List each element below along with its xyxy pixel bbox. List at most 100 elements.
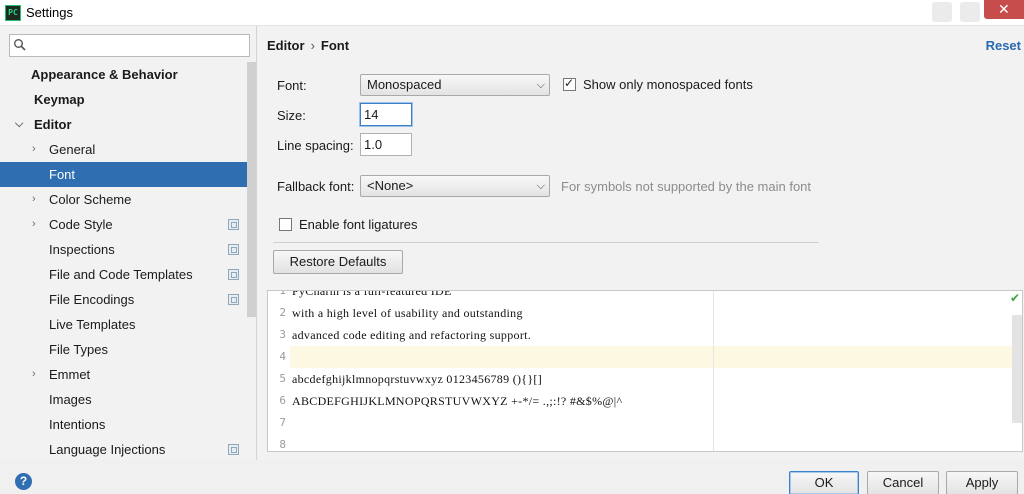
sidebar-item-editor[interactable]: ⌵ Editor [0,112,256,137]
size-label: Size: [277,108,306,123]
preview-line [292,412,992,434]
sidebar-item-label: File and Code Templates [49,267,193,282]
ok-button[interactable]: OK [789,471,859,494]
sidebar-item-label: Editor [34,117,72,132]
fallback-font-combo[interactable]: <None> ⌵ [360,175,550,197]
search-icon [14,39,26,51]
preview-line: ABCDEFGHIJKLMNOPQRSTUVWXYZ +-*/= .,;:!? … [292,394,623,408]
show-monospaced-label: Show only monospaced fonts [583,77,753,92]
chevron-right-icon[interactable]: › [32,362,44,387]
line-number-gutter: 1 2 3 4 5 6 7 8 [268,291,290,451]
sidebar-item-appearance-behavior[interactable]: Appearance & Behavior [0,62,256,87]
sidebar-item-general[interactable]: › General [0,137,256,162]
chevron-right-icon[interactable]: › [32,137,44,162]
project-scope-icon [228,444,239,455]
sidebar-item-font[interactable]: Font [0,162,256,187]
sidebar-item-live-templates[interactable]: Live Templates [0,312,256,337]
chevron-down-icon: ⌵ [536,180,545,192]
help-icon[interactable]: ? [15,473,32,490]
project-scope-icon [228,294,239,305]
restore-defaults-button[interactable]: Restore Defaults [273,250,403,274]
chevron-right-icon[interactable]: › [32,187,44,212]
sidebar-item-code-style[interactable]: › Code Style [0,212,256,237]
sidebar-item-emmet[interactable]: › Emmet [0,362,256,387]
line-number: 5 [279,372,286,385]
sidebar-item-language-injections[interactable]: Language Injections [0,437,256,462]
sidebar-item-label: File Encodings [49,292,135,307]
preview-line: with a high level of usability and outst… [292,306,523,320]
sidebar-item-label: Code Style [49,217,113,232]
breadcrumb: Editor › Font [267,38,349,53]
sidebar-item-label: Keymap [34,92,85,107]
project-scope-icon [228,269,239,280]
chevron-right-icon[interactable]: › [32,212,44,237]
settings-tree: Appearance & Behavior Keymap ⌵ Editor › Gener… [0,62,256,462]
preview-line [292,434,992,451]
window-title: Settings [26,5,73,20]
close-window-button[interactable]: ✕ [984,0,1024,19]
settings-search-input[interactable] [9,34,250,57]
sidebar-item-label: File Types [49,342,109,357]
preview-line: advanced code editing and refactoring su… [292,328,532,342]
preview-text[interactable]: PyCharm is a full-featured IDE with a hig… [292,290,992,451]
font-ligatures-label: Enable font ligatures [299,217,418,232]
background-tab-icon [932,2,952,22]
line-spacing-label: Line spacing: [277,138,354,153]
inspection-ok-icon: ✔ [1009,291,1020,305]
font-ligatures-checkbox[interactable] [279,218,292,231]
fallback-font-value: <None> [367,178,414,193]
sidebar-item-file-encodings[interactable]: File Encodings [0,287,256,312]
font-label: Font: [277,78,307,93]
sidebar-item-label: Emmet [49,367,91,382]
sidebar-item-intentions[interactable]: Intentions [0,412,256,437]
preview-line [292,346,992,368]
background-window-tabs [730,0,980,24]
sidebar-item-color-scheme[interactable]: › Color Scheme [0,187,256,212]
line-number: 2 [279,306,286,319]
sidebar-item-label: Live Templates [49,317,136,332]
right-margin-guide [713,291,714,451]
line-spacing-field[interactable]: 1.0 [360,133,412,156]
show-monospaced-checkbox[interactable]: ✓ [563,76,576,91]
font-preview-editor[interactable]: 1 2 3 4 5 6 7 8 PyCharm is a full-featured IDE w… [267,290,1023,452]
reset-link[interactable]: Reset [986,38,1021,53]
sidebar-item-inspections[interactable]: Inspections [0,237,256,262]
background-tab-icon [960,2,980,22]
sidebar-scrollbar[interactable] [247,62,256,317]
line-number: 7 [279,416,286,429]
sidebar-item-file-types[interactable]: File Types [0,337,256,362]
pycharm-app-icon: PC [5,5,21,21]
line-number: 4 [279,350,286,363]
font-combo-value: Monospaced [367,77,442,92]
breadcrumb-separator: › [310,38,315,53]
sidebar-item-label: Intentions [49,417,106,432]
font-combo[interactable]: Monospaced ⌵ [360,74,550,96]
project-scope-icon [228,244,239,255]
sidebar-item-label: Language Injections [49,442,166,457]
cancel-button[interactable]: Cancel [867,471,939,494]
sidebar-item-file-and-code-templates[interactable]: File and Code Templates [0,262,256,287]
size-field[interactable]: 14 [360,103,412,126]
settings-sidebar: Appearance & Behavior Keymap ⌵ Editor › Gener… [0,26,257,460]
separator-line [273,242,819,243]
sidebar-item-label: General [49,142,96,157]
line-number: 8 [279,438,286,451]
preview-scrollbar[interactable] [1012,315,1022,423]
sidebar-item-keymap[interactable]: Keymap [0,87,256,112]
close-icon: ✕ [998,1,1010,17]
sidebar-item-images[interactable]: Images [0,387,256,412]
preview-line: PyCharm is a full-featured IDE [292,290,452,298]
fallback-font-hint: For symbols not supported by the main fo… [561,179,812,194]
sidebar-item-label: Inspections [49,242,115,257]
project-scope-icon [228,219,239,230]
title-bar: PC Settings ✕ [0,0,1024,26]
chevron-down-icon[interactable]: ⌵ [15,112,27,137]
preview-line: abcdefghijklmnopqrstuvwxyz 0123456789 ()… [292,372,543,386]
sidebar-item-label: Images [49,392,92,407]
apply-button[interactable]: Apply [946,471,1018,494]
line-number: 6 [279,394,286,407]
chevron-down-icon: ⌵ [536,79,545,91]
line-number: 3 [279,328,286,341]
breadcrumb-parent: Editor [267,38,305,53]
dialog-button-bar: ? OK Cancel Apply [0,460,1024,494]
